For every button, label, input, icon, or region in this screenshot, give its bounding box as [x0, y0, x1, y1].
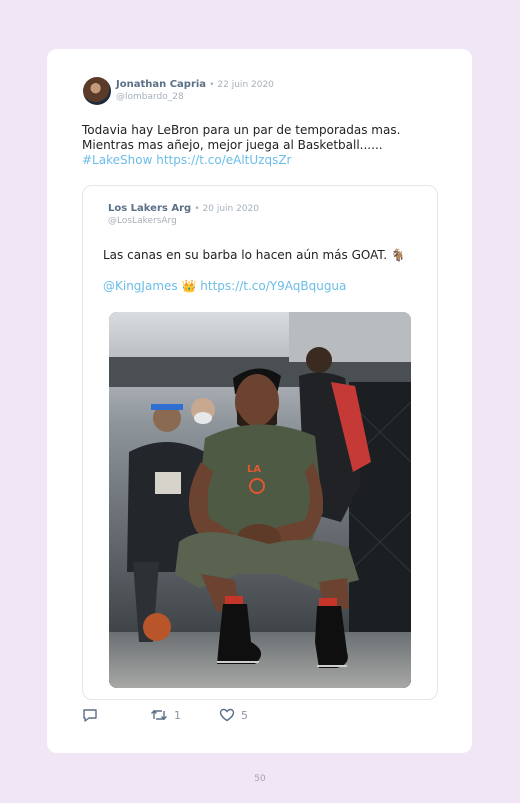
author-name[interactable]: Jonathan Capria — [116, 79, 206, 90]
retweet-icon[interactable] — [150, 708, 168, 722]
tweet-photo[interactable]: LA — [109, 312, 411, 688]
heart-icon[interactable] — [219, 708, 235, 722]
quoted-handle[interactable]: @LosLakersArg — [108, 216, 177, 226]
author-handle[interactable]: @lombardo_28 — [116, 92, 184, 102]
like-action[interactable]: 5 — [219, 708, 248, 722]
quoted-tweet[interactable]: Los Lakers Arg • 20 juin 2020 @LosLakers… — [82, 185, 438, 700]
quoted-text: Las canas en su barba lo hacen aún más G… — [103, 248, 406, 262]
quoted-header: Los Lakers Arg • 20 juin 2020 @LosLakers… — [108, 203, 259, 227]
quoted-links: @KingJames 👑 https://t.co/Y9AqBqugua — [103, 279, 346, 294]
tweet-url-link[interactable]: https://t.co/eAltUzqsZr — [156, 153, 291, 167]
quoted-author-name[interactable]: Los Lakers Arg — [108, 203, 191, 214]
svg-text:LA: LA — [247, 464, 261, 475]
retweet-count: 1 — [174, 708, 181, 722]
mention-link[interactable]: @KingJames — [103, 279, 178, 293]
tweet-text: Todavia hay LeBron para un par de tempor… — [82, 123, 442, 168]
tweet-header: Jonathan Capria • 22 juin 2020 @lombardo… — [116, 79, 274, 103]
reply-action[interactable] — [82, 708, 98, 722]
tweet-text-line-2: Mientras mas añejo, mejor juega al Baske… — [82, 138, 383, 152]
tweet-date[interactable]: • 22 juin 2020 — [209, 80, 274, 90]
avatar[interactable] — [83, 77, 111, 105]
tweet-text-line-1: Todavia hay LeBron para un par de tempor… — [82, 123, 401, 137]
hashtag-link[interactable]: #LakeShow — [82, 153, 152, 167]
reply-icon[interactable] — [82, 708, 98, 722]
crown-icon: 👑 — [181, 279, 197, 293]
retweet-action[interactable]: 1 — [150, 708, 181, 722]
quoted-date[interactable]: • 20 juin 2020 — [194, 204, 259, 214]
photo-illustration: LA — [109, 312, 411, 688]
tweet-card: Jonathan Capria • 22 juin 2020 @lombardo… — [47, 49, 472, 753]
page-number: 50 — [254, 774, 266, 784]
quoted-url-link[interactable]: https://t.co/Y9AqBqugua — [200, 279, 346, 293]
like-count: 5 — [241, 708, 248, 722]
